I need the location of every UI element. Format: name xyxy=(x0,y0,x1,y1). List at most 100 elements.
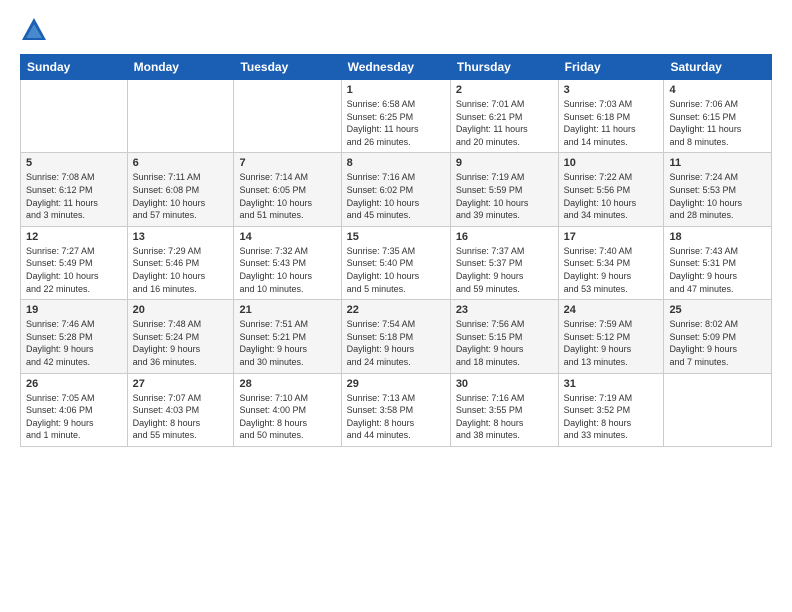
day-number: 18 xyxy=(669,231,766,243)
day-info: Sunrise: 7:35 AM Sunset: 5:40 PM Dayligh… xyxy=(347,245,445,295)
day-info: Sunrise: 7:19 AM Sunset: 5:59 PM Dayligh… xyxy=(456,171,553,221)
calendar-cell: 31 Sunrise: 7:19 AM Sunset: 3:52 PM Dayli… xyxy=(558,373,664,446)
day-info: Sunrise: 7:16 AM Sunset: 6:02 PM Dayligh… xyxy=(347,171,445,221)
calendar-cell: 29 Sunrise: 7:13 AM Sunset: 3:58 PM Dayli… xyxy=(341,373,450,446)
day-number: 15 xyxy=(347,231,445,243)
weekday-header-saturday: Saturday xyxy=(664,55,772,80)
calendar-cell: 11 Sunrise: 7:24 AM Sunset: 5:53 PM Dayli… xyxy=(664,153,772,226)
calendar: SundayMondayTuesdayWednesdayThursdayFrid… xyxy=(20,54,772,447)
day-info: Sunrise: 7:54 AM Sunset: 5:18 PM Dayligh… xyxy=(347,318,445,368)
day-number: 27 xyxy=(133,378,229,390)
day-number: 11 xyxy=(669,157,766,169)
calendar-cell: 21 Sunrise: 7:51 AM Sunset: 5:21 PM Dayli… xyxy=(234,300,341,373)
calendar-week-row: 19 Sunrise: 7:46 AM Sunset: 5:28 PM Dayli… xyxy=(21,300,772,373)
day-info: Sunrise: 7:32 AM Sunset: 5:43 PM Dayligh… xyxy=(239,245,335,295)
day-number: 16 xyxy=(456,231,553,243)
day-info: Sunrise: 7:08 AM Sunset: 6:12 PM Dayligh… xyxy=(26,171,122,221)
day-info: Sunrise: 7:22 AM Sunset: 5:56 PM Dayligh… xyxy=(564,171,659,221)
weekday-header-friday: Friday xyxy=(558,55,664,80)
day-info: Sunrise: 7:01 AM Sunset: 6:21 PM Dayligh… xyxy=(456,98,553,148)
calendar-cell: 4 Sunrise: 7:06 AM Sunset: 6:15 PM Daylig… xyxy=(664,80,772,153)
calendar-cell: 25Sunrise: 8:02 AM Sunset: 5:09 PM Dayli… xyxy=(664,300,772,373)
day-info: Sunrise: 7:13 AM Sunset: 3:58 PM Dayligh… xyxy=(347,392,445,442)
day-info: Sunrise: 7:27 AM Sunset: 5:49 PM Dayligh… xyxy=(26,245,122,295)
calendar-cell: 27 Sunrise: 7:07 AM Sunset: 4:03 PM Dayli… xyxy=(127,373,234,446)
calendar-header: SundayMondayTuesdayWednesdayThursdayFrid… xyxy=(21,55,772,80)
logo-icon xyxy=(20,16,48,44)
day-info: Sunrise: 7:51 AM Sunset: 5:21 PM Dayligh… xyxy=(239,318,335,368)
calendar-cell: 13Sunrise: 7:29 AM Sunset: 5:46 PM Dayli… xyxy=(127,226,234,299)
day-number: 23 xyxy=(456,304,553,316)
day-number: 24 xyxy=(564,304,659,316)
day-number: 29 xyxy=(347,378,445,390)
calendar-cell: 17Sunrise: 7:40 AM Sunset: 5:34 PM Dayli… xyxy=(558,226,664,299)
day-info: Sunrise: 7:46 AM Sunset: 5:28 PM Dayligh… xyxy=(26,318,122,368)
logo xyxy=(20,16,52,44)
day-info: Sunrise: 7:07 AM Sunset: 4:03 PM Dayligh… xyxy=(133,392,229,442)
header xyxy=(20,16,772,44)
day-info: Sunrise: 7:59 AM Sunset: 5:12 PM Dayligh… xyxy=(564,318,659,368)
calendar-cell: 24 Sunrise: 7:59 AM Sunset: 5:12 PM Dayli… xyxy=(558,300,664,373)
calendar-cell: 6 Sunrise: 7:11 AM Sunset: 6:08 PM Daylig… xyxy=(127,153,234,226)
calendar-cell: 5 Sunrise: 7:08 AM Sunset: 6:12 PM Daylig… xyxy=(21,153,128,226)
day-number: 1 xyxy=(347,84,445,96)
calendar-cell xyxy=(127,80,234,153)
day-number: 14 xyxy=(239,231,335,243)
page: SundayMondayTuesdayWednesdayThursdayFrid… xyxy=(0,0,792,457)
calendar-cell: 12Sunrise: 7:27 AM Sunset: 5:49 PM Dayli… xyxy=(21,226,128,299)
calendar-cell xyxy=(234,80,341,153)
day-number: 3 xyxy=(564,84,659,96)
day-number: 30 xyxy=(456,378,553,390)
calendar-cell: 2Sunrise: 7:01 AM Sunset: 6:21 PM Daylig… xyxy=(450,80,558,153)
calendar-cell: 23 Sunrise: 7:56 AM Sunset: 5:15 PM Dayli… xyxy=(450,300,558,373)
calendar-cell: 15 Sunrise: 7:35 AM Sunset: 5:40 PM Dayli… xyxy=(341,226,450,299)
weekday-header-tuesday: Tuesday xyxy=(234,55,341,80)
day-number: 6 xyxy=(133,157,229,169)
day-number: 4 xyxy=(669,84,766,96)
day-number: 22 xyxy=(347,304,445,316)
day-info: Sunrise: 7:11 AM Sunset: 6:08 PM Dayligh… xyxy=(133,171,229,221)
day-info: Sunrise: 7:24 AM Sunset: 5:53 PM Dayligh… xyxy=(669,171,766,221)
calendar-cell: 16Sunrise: 7:37 AM Sunset: 5:37 PM Dayli… xyxy=(450,226,558,299)
calendar-cell: 14 Sunrise: 7:32 AM Sunset: 5:43 PM Dayli… xyxy=(234,226,341,299)
calendar-cell: 26 Sunrise: 7:05 AM Sunset: 4:06 PM Dayli… xyxy=(21,373,128,446)
weekday-header-monday: Monday xyxy=(127,55,234,80)
day-number: 21 xyxy=(239,304,335,316)
day-info: Sunrise: 6:58 AM Sunset: 6:25 PM Dayligh… xyxy=(347,98,445,148)
day-number: 8 xyxy=(347,157,445,169)
day-info: Sunrise: 7:06 AM Sunset: 6:15 PM Dayligh… xyxy=(669,98,766,148)
calendar-cell: 22 Sunrise: 7:54 AM Sunset: 5:18 PM Dayli… xyxy=(341,300,450,373)
calendar-cell: 9 Sunrise: 7:19 AM Sunset: 5:59 PM Daylig… xyxy=(450,153,558,226)
day-info: Sunrise: 7:05 AM Sunset: 4:06 PM Dayligh… xyxy=(26,392,122,442)
calendar-cell: 19 Sunrise: 7:46 AM Sunset: 5:28 PM Dayli… xyxy=(21,300,128,373)
day-number: 31 xyxy=(564,378,659,390)
weekday-header-row: SundayMondayTuesdayWednesdayThursdayFrid… xyxy=(21,55,772,80)
weekday-header-sunday: Sunday xyxy=(21,55,128,80)
day-number: 20 xyxy=(133,304,229,316)
calendar-cell: 30Sunrise: 7:16 AM Sunset: 3:55 PM Dayli… xyxy=(450,373,558,446)
day-number: 17 xyxy=(564,231,659,243)
calendar-cell: 7 Sunrise: 7:14 AM Sunset: 6:05 PM Daylig… xyxy=(234,153,341,226)
day-info: Sunrise: 7:43 AM Sunset: 5:31 PM Dayligh… xyxy=(669,245,766,295)
calendar-cell: 28Sunrise: 7:10 AM Sunset: 4:00 PM Dayli… xyxy=(234,373,341,446)
day-number: 26 xyxy=(26,378,122,390)
day-number: 7 xyxy=(239,157,335,169)
day-number: 5 xyxy=(26,157,122,169)
calendar-cell: 8 Sunrise: 7:16 AM Sunset: 6:02 PM Daylig… xyxy=(341,153,450,226)
day-info: Sunrise: 7:14 AM Sunset: 6:05 PM Dayligh… xyxy=(239,171,335,221)
weekday-header-wednesday: Wednesday xyxy=(341,55,450,80)
calendar-week-row: 5 Sunrise: 7:08 AM Sunset: 6:12 PM Daylig… xyxy=(21,153,772,226)
calendar-cell xyxy=(664,373,772,446)
weekday-header-thursday: Thursday xyxy=(450,55,558,80)
calendar-cell: 10Sunrise: 7:22 AM Sunset: 5:56 PM Dayli… xyxy=(558,153,664,226)
day-info: Sunrise: 7:19 AM Sunset: 3:52 PM Dayligh… xyxy=(564,392,659,442)
day-info: Sunrise: 7:56 AM Sunset: 5:15 PM Dayligh… xyxy=(456,318,553,368)
calendar-cell: 3 Sunrise: 7:03 AM Sunset: 6:18 PM Daylig… xyxy=(558,80,664,153)
day-number: 19 xyxy=(26,304,122,316)
calendar-cell xyxy=(21,80,128,153)
day-info: Sunrise: 7:03 AM Sunset: 6:18 PM Dayligh… xyxy=(564,98,659,148)
day-number: 9 xyxy=(456,157,553,169)
day-info: Sunrise: 7:10 AM Sunset: 4:00 PM Dayligh… xyxy=(239,392,335,442)
calendar-week-row: 1 Sunrise: 6:58 AM Sunset: 6:25 PM Daylig… xyxy=(21,80,772,153)
calendar-week-row: 12Sunrise: 7:27 AM Sunset: 5:49 PM Dayli… xyxy=(21,226,772,299)
